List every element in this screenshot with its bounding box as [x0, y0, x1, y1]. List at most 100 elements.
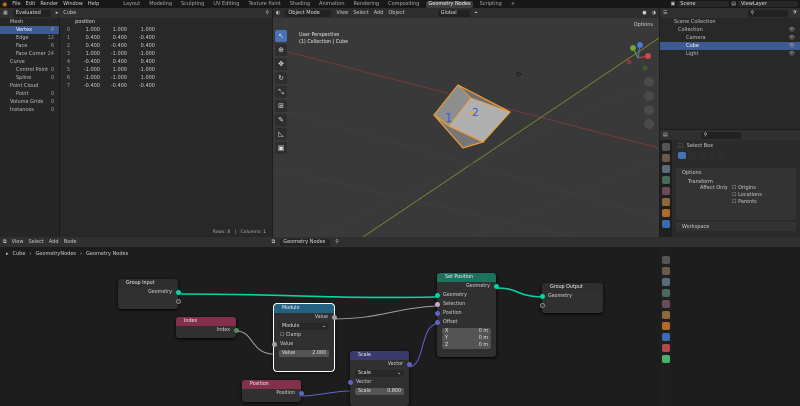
- add-cube-tool-icon[interactable]: ▣: [275, 142, 287, 154]
- cursor-tool-icon[interactable]: ⊕: [275, 44, 287, 56]
- geometry-socket-dot[interactable]: [539, 294, 545, 299]
- float-socket-dot[interactable]: [331, 315, 337, 320]
- outliner-item[interactable]: Light 👁: [660, 50, 800, 58]
- mode-extend-icon[interactable]: [688, 152, 696, 159]
- tab-scripting[interactable]: Scripting: [478, 1, 504, 8]
- object-tab-icon[interactable]: [662, 209, 670, 217]
- tab-layout[interactable]: Layout: [121, 1, 142, 8]
- viewport-menu-add[interactable]: Add: [374, 10, 384, 16]
- modulo-value-out-socket[interactable]: Value: [274, 313, 337, 322]
- object-tab-icon[interactable]: [662, 322, 670, 330]
- modulo-clamp-checkbox[interactable]: ☐ Clamp: [274, 331, 334, 340]
- view-layer-tab-icon[interactable]: [662, 289, 670, 297]
- integer-socket-dot[interactable]: [233, 328, 239, 333]
- group-output-node[interactable]: Group Output Geometry: [539, 283, 603, 313]
- geometry-socket-dot[interactable]: [493, 284, 499, 289]
- group-input-geometry-socket[interactable]: Geometry: [118, 288, 181, 297]
- scale-node[interactable]: Scale Vector Scale ⌄ Vector Scale 0.800: [347, 351, 412, 406]
- measure-tool-icon[interactable]: ◺: [275, 128, 287, 140]
- domain-item[interactable]: Edge 12: [0, 34, 59, 42]
- domain-item[interactable]: Mesh: [0, 18, 59, 26]
- tab-sculpting[interactable]: Sculpting: [179, 1, 206, 8]
- domain-item[interactable]: Control Point 0: [0, 66, 59, 74]
- scene-tab-icon[interactable]: [662, 187, 670, 195]
- index-output-socket[interactable]: Index: [176, 326, 239, 335]
- outliner-item[interactable]: Camera 👁: [660, 34, 800, 42]
- annotate-tool-icon[interactable]: ✎: [275, 114, 287, 126]
- tab-uv-editing[interactable]: UV Editing: [211, 1, 241, 8]
- tab-animation[interactable]: Animation: [317, 1, 347, 8]
- modulo-value-in-socket[interactable]: Value: [271, 340, 334, 349]
- output-tab-icon[interactable]: [662, 278, 670, 286]
- domain-item[interactable]: Curve: [0, 58, 59, 66]
- object-mode-dropdown[interactable]: Object Mode: [285, 9, 332, 17]
- visibility-icon[interactable]: 👁: [789, 34, 795, 42]
- offset-y-field[interactable]: Y0 m: [442, 335, 491, 342]
- options-panel-title[interactable]: Options: [676, 168, 796, 178]
- vector-socket-dot[interactable]: [434, 311, 440, 316]
- outliner-search[interactable]: ⚲: [747, 9, 788, 17]
- menu-render[interactable]: Render: [40, 1, 58, 7]
- group-output-geometry-socket[interactable]: Geometry: [539, 292, 603, 301]
- domain-item[interactable]: Spline 0: [0, 74, 59, 82]
- menu-edit[interactable]: Edit: [26, 1, 36, 7]
- float-socket-dot[interactable]: [271, 342, 277, 347]
- vector-socket-dot[interactable]: [347, 380, 353, 385]
- scale-title[interactable]: Scale: [350, 351, 409, 360]
- scene-field[interactable]: Scene: [677, 1, 730, 7]
- tab-compositing[interactable]: Compositing: [386, 1, 421, 8]
- shading-material-icon[interactable]: ◑: [652, 10, 656, 16]
- world-tab-icon[interactable]: [662, 311, 670, 319]
- set-position-node[interactable]: Set Position Geometry Geometry Selection…: [434, 273, 499, 357]
- modulo-operation-dropdown[interactable]: Modulo ⌄: [279, 323, 329, 330]
- scale-value-field[interactable]: Scale 0.800: [355, 388, 404, 395]
- empty-socket-dot[interactable]: [175, 299, 181, 304]
- workspace-panel[interactable]: Workspace: [676, 222, 796, 231]
- viewport-editor-icon[interactable]: ◐: [276, 10, 280, 16]
- world-tab-icon[interactable]: [662, 198, 670, 206]
- 3d-viewport[interactable]: ◐ Object Mode View Select Add Object Glo…: [273, 8, 659, 237]
- outliner-filter-icon[interactable]: ⧩: [793, 10, 797, 16]
- viewport-menu-object[interactable]: Object: [388, 10, 404, 16]
- mode-set-icon[interactable]: [678, 152, 686, 159]
- tab-shading[interactable]: Shading: [288, 1, 312, 8]
- menu-help[interactable]: Help: [88, 1, 99, 7]
- menu-window[interactable]: Window: [63, 1, 83, 7]
- render-tab-icon[interactable]: [662, 267, 670, 275]
- geometry-socket-dot[interactable]: [175, 290, 181, 295]
- tab-modeling[interactable]: Modeling: [147, 1, 174, 8]
- visibility-icon[interactable]: 👁: [789, 42, 795, 50]
- node-editor[interactable]: ⧉ View Select Add Node ⧉ Geometry Nodes …: [0, 237, 800, 406]
- set-position-geometry-out-socket[interactable]: Geometry: [437, 282, 499, 291]
- mode-intersect-icon[interactable]: [718, 152, 726, 159]
- vector-socket-dot[interactable]: [434, 320, 440, 325]
- add-workspace-button[interactable]: +: [509, 1, 517, 8]
- transform-orientation-dropdown[interactable]: Global: [437, 9, 470, 17]
- menu-file[interactable]: File: [12, 1, 20, 7]
- mode-invert-icon[interactable]: [708, 152, 716, 159]
- set-position-offset-socket[interactable]: Offset: [434, 318, 496, 327]
- position-node[interactable]: Position Position: [242, 380, 304, 402]
- group-input-title[interactable]: Group Input: [118, 279, 178, 288]
- index-node[interactable]: Index Index: [176, 317, 239, 338]
- set-position-selection-socket[interactable]: Selection: [434, 300, 496, 309]
- geometry-socket-dot[interactable]: [434, 293, 440, 298]
- vector-socket-dot[interactable]: [406, 362, 412, 367]
- origins-checkbox[interactable]: ☐ Origins: [732, 185, 762, 192]
- mode-subtract-icon[interactable]: [698, 152, 706, 159]
- constraints-tab-icon[interactable]: [662, 344, 670, 352]
- move-tool-icon[interactable]: ✥: [275, 58, 287, 70]
- domain-item[interactable]: Instances 0: [0, 106, 59, 114]
- filter-icon[interactable]: ⚲: [265, 10, 269, 16]
- scene-collection-row[interactable]: Scene Collection: [660, 18, 800, 26]
- tool-tab-icon[interactable]: [662, 256, 670, 264]
- scale-vector-in-socket[interactable]: Vector: [347, 378, 409, 387]
- render-tab-icon[interactable]: [662, 154, 670, 162]
- set-position-position-socket[interactable]: Position: [434, 309, 496, 318]
- scale-operation-dropdown[interactable]: Scale ⌄: [355, 370, 404, 377]
- set-position-title[interactable]: Set Position: [437, 273, 496, 282]
- visibility-icon[interactable]: 👁: [789, 50, 795, 58]
- view-layer-field[interactable]: ViewLayer: [738, 1, 798, 7]
- modifier-tab-icon[interactable]: [662, 220, 670, 228]
- offset-x-field[interactable]: X0 m: [442, 328, 491, 335]
